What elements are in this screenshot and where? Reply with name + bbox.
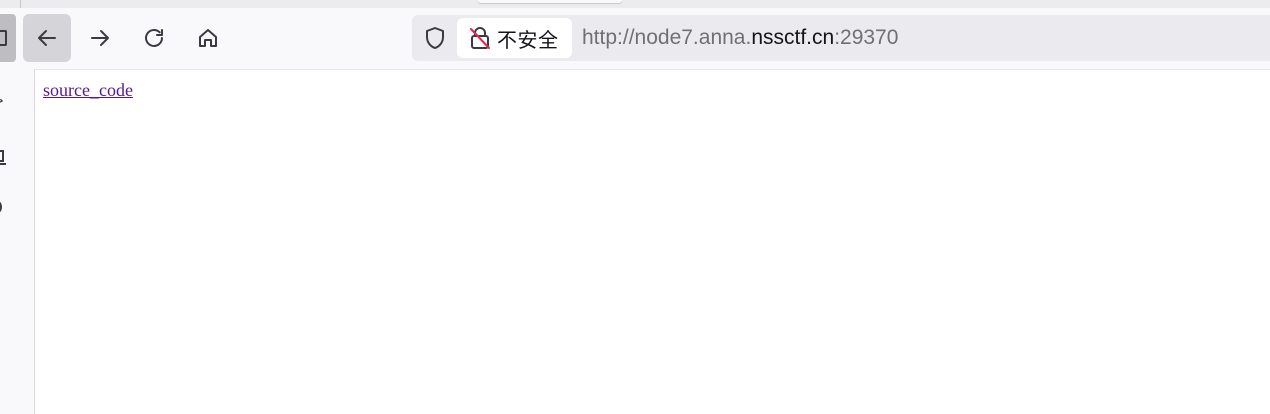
home-button[interactable] xyxy=(184,14,232,62)
forward-button[interactable] xyxy=(76,14,124,62)
page-content: source_code xyxy=(34,69,1270,414)
url-prefix: http://node7.anna. xyxy=(582,26,752,49)
tab-separator xyxy=(20,0,21,8)
reload-button[interactable] xyxy=(130,14,178,62)
back-button[interactable] xyxy=(23,14,71,62)
tracking-protection-button[interactable] xyxy=(420,25,450,51)
source-code-link[interactable]: source_code xyxy=(43,80,133,101)
sidebar-rail: > xyxy=(0,69,34,414)
sidebar-toggle-button[interactable] xyxy=(0,14,16,62)
navigation-toolbar: 不安全 http://node7.anna. nssctf.cn:29370 xyxy=(0,8,1270,69)
history-icon[interactable] xyxy=(0,198,8,216)
home-icon xyxy=(199,29,217,47)
shield-icon xyxy=(426,27,444,49)
device-icon[interactable] xyxy=(0,148,8,166)
reload-icon xyxy=(145,29,163,47)
insecure-label: 不安全 xyxy=(497,27,559,52)
site-identity-button[interactable]: 不安全 xyxy=(457,18,572,58)
insecure-lock-icon xyxy=(470,27,490,49)
arrow-left-icon xyxy=(38,30,56,46)
tab-strip xyxy=(0,0,1270,8)
url-text[interactable]: http://node7.anna. nssctf.cn:29370 xyxy=(582,15,898,61)
url-port: :29370 xyxy=(834,26,899,49)
arrow-right-icon xyxy=(91,30,109,46)
url-domain: nssctf.cn xyxy=(751,26,835,49)
sidebar-icon xyxy=(0,30,7,46)
url-bar[interactable]: 不安全 http://node7.anna. nssctf.cn:29370 xyxy=(412,15,1270,61)
chevron-right-icon[interactable]: > xyxy=(0,93,8,111)
active-tab-edge[interactable] xyxy=(478,0,622,3)
